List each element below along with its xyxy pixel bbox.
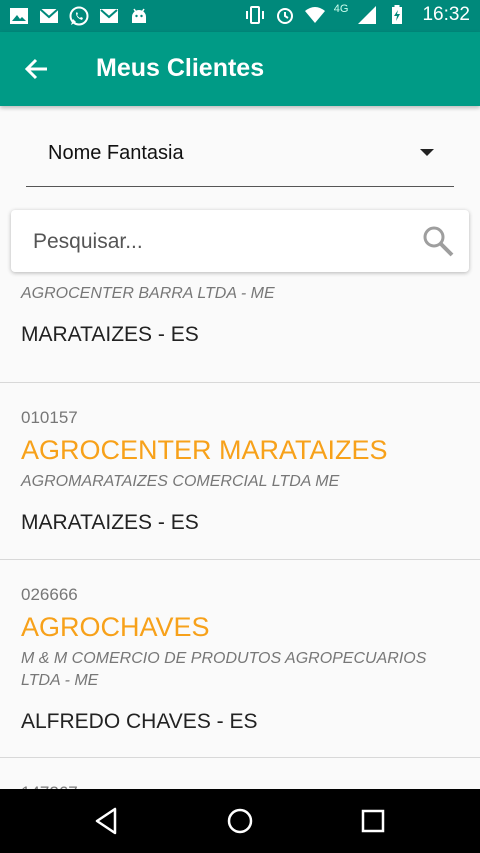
list-item[interactable]: 026666 AGROCHAVES M & M COMERCIO DE PROD… — [0, 560, 480, 758]
wifi-icon — [304, 7, 325, 23]
battery-charging-icon — [392, 5, 403, 24]
page-title: Meus Clientes — [96, 54, 265, 82]
arrow-back-icon[interactable] — [22, 54, 52, 84]
list-item[interactable]: AGROCENTER BARRA LTDA - ME MARATAIZES - … — [0, 282, 480, 383]
filter-dropdown[interactable]: Nome Fantasia — [26, 124, 454, 187]
android-icon — [132, 8, 146, 23]
clock: 16:32 — [422, 4, 470, 25]
client-city: ALFREDO CHAVES - ES — [21, 710, 258, 733]
status-bar: 4G 16:32 — [0, 0, 480, 32]
recents-square-icon[interactable] — [357, 805, 389, 837]
vibrate-icon — [245, 6, 264, 24]
whatsapp-icon — [69, 6, 89, 26]
search-box — [11, 210, 469, 272]
client-code: 026666 — [21, 585, 78, 604]
client-name: AGROCHAVES — [21, 612, 210, 642]
back-triangle-icon[interactable] — [91, 805, 123, 837]
client-code: 010157 — [21, 408, 78, 427]
client-razao-social: AGROMARATAIZES COMERCIAL LTDA ME — [21, 473, 340, 490]
network-type-label: 4G — [333, 3, 349, 15]
filter-selected-value: Nome Fantasia — [48, 142, 184, 164]
mail-icon — [100, 9, 118, 23]
notification-icons — [8, 5, 150, 27]
client-name: AGROCENTER MARATAIZES — [21, 435, 388, 465]
signal-icon — [358, 6, 377, 24]
client-city: MARATAIZES - ES — [21, 511, 199, 534]
alarm-icon — [276, 8, 293, 24]
search-input[interactable] — [31, 222, 415, 262]
client-list[interactable]: AGROCENTER BARRA LTDA - ME MARATAIZES - … — [0, 282, 480, 789]
image-icon — [10, 8, 28, 24]
client-razao-social: M & M COMERCIO DE PRODUTOS AGROPECUARIOS… — [21, 650, 427, 689]
client-city: MARATAIZES - ES — [21, 323, 199, 346]
home-circle-icon[interactable] — [224, 805, 256, 837]
dropdown-arrow-icon — [420, 149, 434, 156]
gmail-icon — [39, 8, 59, 23]
search-icon[interactable] — [421, 224, 455, 258]
system-icons: 4G 16:32 — [244, 3, 470, 26]
list-item[interactable]: 147267 — [0, 758, 480, 789]
list-item[interactable]: 010157 AGROCENTER MARATAIZES AGROMARATAI… — [0, 383, 480, 560]
app-bar: Meus Clientes — [0, 32, 480, 106]
navigation-bar — [0, 789, 480, 853]
client-razao-social: AGROCENTER BARRA LTDA - ME — [21, 285, 275, 302]
